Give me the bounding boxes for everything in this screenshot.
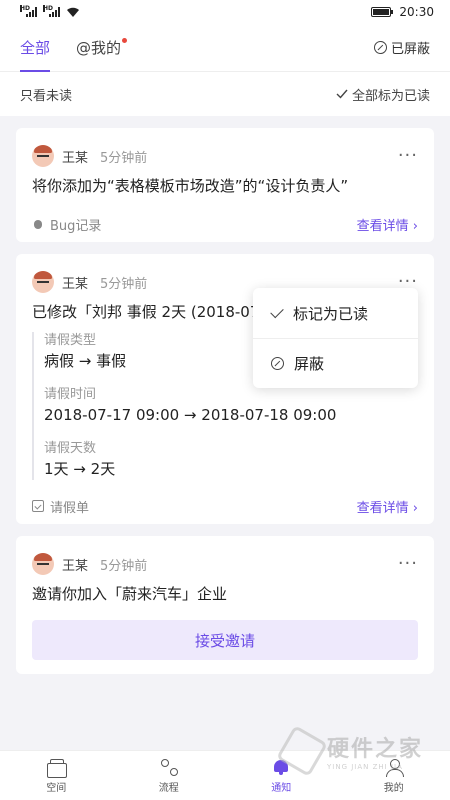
notification-title: 邀请你加入「蔚来汽车」企业 bbox=[32, 585, 228, 603]
more-options-icon[interactable]: ··· bbox=[398, 555, 418, 573]
view-details-label: 查看详情 bbox=[356, 218, 409, 234]
avatar bbox=[32, 553, 54, 575]
unread-dot bbox=[122, 37, 128, 43]
check-icon bbox=[270, 304, 284, 318]
avatar bbox=[32, 145, 54, 167]
tab-mentions[interactable]: @我的 bbox=[76, 24, 128, 72]
view-details-link[interactable]: 查看详情 › bbox=[357, 497, 418, 516]
tab-mentions-label: @我的 bbox=[76, 39, 122, 57]
nav-item-space[interactable]: 空间 bbox=[0, 751, 113, 800]
bug-icon bbox=[32, 218, 44, 230]
wifi-icon bbox=[67, 7, 79, 17]
time-ago: 5分钟前 bbox=[100, 150, 148, 166]
nav-label: 流程 bbox=[158, 782, 179, 794]
menu-item-label: 标记为已读 bbox=[293, 304, 369, 323]
unread-only-toggle[interactable]: 只看未读 bbox=[20, 85, 72, 104]
signal-indicators: HD HD bbox=[20, 5, 80, 18]
status-bar: HD HD 20:30 bbox=[0, 0, 450, 24]
change-value: 2018-07-17 09:00 → 2018-07-18 09:00 bbox=[44, 406, 337, 424]
source-tag: 请假单 bbox=[32, 497, 89, 516]
signal-icon: HD bbox=[20, 5, 37, 17]
source-label: 请假单 bbox=[50, 500, 90, 516]
view-details-label: 查看详情 bbox=[356, 500, 409, 516]
mark-all-read-button[interactable]: 全部标为已读 bbox=[336, 85, 430, 104]
blocked-button[interactable]: 已屏蔽 bbox=[373, 38, 430, 57]
user-name: 王某 bbox=[62, 276, 89, 292]
blocked-label: 已屏蔽 bbox=[390, 42, 430, 57]
watermark: 硬件之家 YING JIAN ZHI JIA bbox=[276, 725, 443, 777]
nav-label: 通知 bbox=[271, 782, 292, 794]
menu-item-label: 屏蔽 bbox=[294, 355, 325, 373]
user-name: 王某 bbox=[62, 558, 89, 574]
avatar bbox=[32, 271, 54, 293]
view-details-link[interactable]: 查看详情 › bbox=[357, 215, 418, 234]
more-options-icon[interactable]: ··· bbox=[398, 147, 418, 165]
watermark-logo-icon bbox=[276, 725, 328, 777]
change-label: 请假天数 bbox=[44, 441, 97, 456]
chevron-right-icon: › bbox=[412, 218, 418, 234]
space-icon bbox=[46, 758, 68, 778]
block-icon bbox=[271, 357, 284, 370]
accept-invitation-button[interactable]: 接受邀请 bbox=[32, 620, 418, 660]
mark-all-read-label: 全部标为已读 bbox=[351, 88, 430, 104]
time-ago: 5分钟前 bbox=[100, 558, 148, 574]
clock: 20:30 bbox=[399, 5, 434, 19]
watermark-pinyin: YING JIAN ZHI JIA bbox=[327, 763, 403, 771]
menu-item-block[interactable]: 屏蔽 bbox=[253, 338, 418, 388]
nav-label: 我的 bbox=[383, 782, 404, 794]
watermark-name: 硬件之家 bbox=[327, 737, 424, 762]
nav-label: 空间 bbox=[46, 782, 67, 794]
notification-card[interactable]: 王某 5分钟前 ··· 邀请你加入「蔚来汽车」企业 接受邀请 bbox=[16, 536, 434, 674]
check-icon bbox=[336, 89, 348, 99]
menu-item-mark-read[interactable]: 标记为已读 bbox=[253, 288, 418, 338]
notification-card[interactable]: 王某 5分钟前 ··· 将你添加为“表格模板市场改造”的“设计负责人” Bug记… bbox=[16, 128, 434, 242]
filter-bar: 只看未读 全部标为已读 bbox=[0, 72, 450, 116]
battery-icon bbox=[371, 7, 394, 17]
form-icon bbox=[32, 500, 44, 512]
change-label: 请假时间 bbox=[44, 387, 97, 402]
block-icon bbox=[373, 41, 387, 54]
context-menu: 标记为已读 屏蔽 bbox=[253, 288, 418, 388]
notification-title: 将你添加为“表格模板市场改造”的“设计负责人” bbox=[32, 177, 349, 195]
chevron-right-icon: › bbox=[412, 500, 418, 516]
tab-all[interactable]: 全部 bbox=[20, 24, 51, 72]
time-ago: 5分钟前 bbox=[100, 276, 148, 292]
change-value: 1天 → 2天 bbox=[44, 460, 116, 478]
source-tag: Bug记录 bbox=[32, 215, 101, 234]
signal-icon: HD bbox=[43, 5, 60, 17]
source-label: Bug记录 bbox=[50, 218, 102, 234]
nav-item-flow[interactable]: 流程 bbox=[113, 751, 226, 800]
tab-bar: 全部 @我的 已屏蔽 bbox=[0, 24, 450, 72]
user-name: 王某 bbox=[62, 150, 89, 166]
flow-icon bbox=[159, 758, 179, 776]
